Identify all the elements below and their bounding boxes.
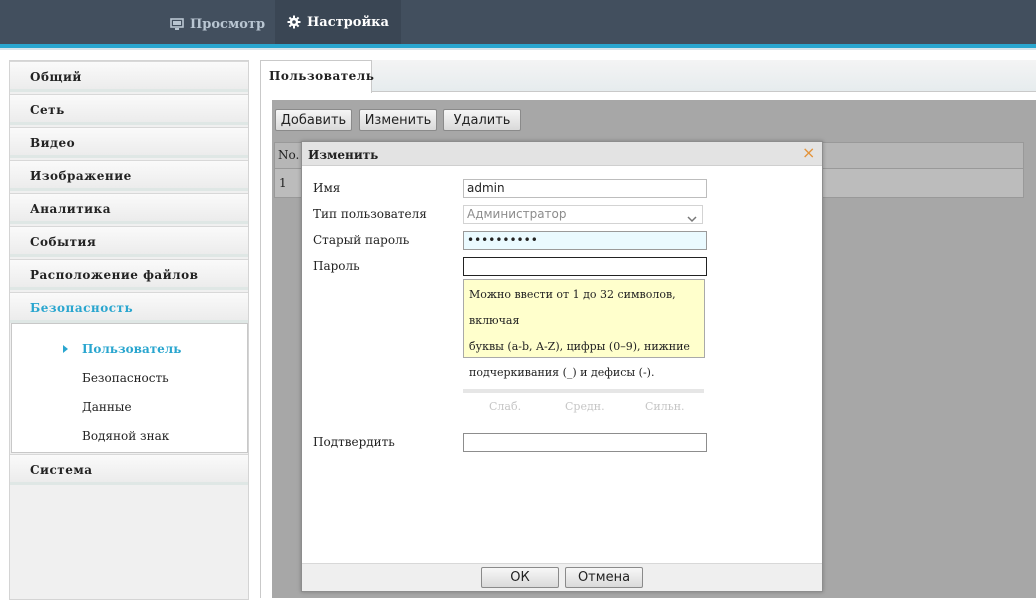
hint-line: буквы (a-b, A-Z), цифры (0–9), нижние bbox=[469, 340, 690, 353]
strength-weak-label: Слаб. bbox=[489, 400, 522, 413]
table-header-no: No. bbox=[278, 148, 300, 162]
confirm-password-field[interactable] bbox=[463, 433, 707, 452]
submenu-item-watermark[interactable]: Водяной знак bbox=[82, 429, 169, 443]
submenu-item-user[interactable]: Пользователь bbox=[82, 342, 181, 356]
security-submenu: Пользователь Безопасность Данные Водяной… bbox=[11, 323, 248, 453]
old-password-field[interactable]: •••••••••• bbox=[463, 231, 707, 250]
table-cell-no: 1 bbox=[279, 176, 287, 190]
old-password-label: Старый пароль bbox=[313, 233, 410, 247]
chevron-down-icon bbox=[687, 211, 697, 228]
add-button[interactable]: Добавить bbox=[275, 109, 352, 131]
sidebar-item-system[interactable]: Система bbox=[10, 454, 248, 485]
submenu-item-data[interactable]: Данные bbox=[82, 400, 132, 414]
name-field[interactable]: admin bbox=[463, 179, 707, 198]
password-field[interactable] bbox=[463, 257, 707, 276]
monitor-icon bbox=[170, 17, 184, 31]
sidebar-item-video[interactable]: Видео bbox=[10, 127, 248, 158]
nav-tab-settings[interactable]: Настройка bbox=[275, 0, 401, 48]
name-label: Имя bbox=[313, 181, 341, 195]
submenu-item-security[interactable]: Безопасность bbox=[82, 371, 169, 385]
tab-user[interactable]: Пользователь bbox=[260, 60, 374, 93]
cancel-button[interactable]: Отмена bbox=[565, 567, 643, 588]
dialog-footer bbox=[302, 563, 822, 591]
sidebar-item-network[interactable]: Сеть bbox=[10, 94, 248, 125]
ok-button[interactable]: ОК bbox=[481, 567, 559, 588]
dialog-title-bar: Изменить × bbox=[302, 142, 822, 166]
confirm-password-label: Подтвердить bbox=[313, 435, 395, 449]
user-type-value: Администратор bbox=[467, 207, 567, 221]
nav-tab-view-label: Просмотр bbox=[190, 16, 266, 32]
password-strength-meter bbox=[463, 389, 704, 393]
content-tab-bar bbox=[260, 60, 1036, 92]
hint-line: подчеркивания (_) и дефисы (-). bbox=[469, 366, 655, 379]
strength-medium-label: Средн. bbox=[565, 400, 605, 413]
sidebar-item-general[interactable]: Общий bbox=[10, 61, 248, 92]
edit-user-dialog: Изменить × Имя admin Тип пользователя Ад… bbox=[301, 141, 823, 592]
hint-line: Можно ввести от 1 до 32 символов, включа… bbox=[469, 288, 676, 327]
gear-icon bbox=[287, 15, 301, 29]
password-hint-tooltip: Можно ввести от 1 до 32 символов, включа… bbox=[463, 279, 705, 379]
sidebar-item-analytics[interactable]: Аналитика bbox=[10, 193, 248, 224]
edit-button[interactable]: Изменить bbox=[359, 109, 437, 131]
top-nav-divider bbox=[0, 48, 1036, 50]
strength-strong-label: Сильн. bbox=[645, 400, 685, 413]
nav-tab-view[interactable]: Просмотр bbox=[158, 0, 277, 48]
triangle-right-icon bbox=[63, 345, 68, 353]
sidebar-item-image[interactable]: Изображение bbox=[10, 160, 248, 191]
top-nav-bar bbox=[0, 0, 1036, 44]
user-type-select[interactable]: Администратор bbox=[463, 205, 703, 224]
close-icon[interactable]: × bbox=[802, 144, 815, 162]
settings-sidebar: Общий Сеть Видео Изображение Аналитика С… bbox=[9, 60, 249, 600]
delete-button[interactable]: Удалить bbox=[443, 109, 521, 131]
dialog-title: Изменить bbox=[308, 148, 379, 162]
sidebar-item-security[interactable]: Безопасность bbox=[10, 292, 248, 323]
user-type-label: Тип пользователя bbox=[313, 207, 427, 221]
password-label: Пароль bbox=[313, 259, 360, 273]
sidebar-item-events[interactable]: События bbox=[10, 226, 248, 257]
nav-tab-settings-label: Настройка bbox=[307, 14, 389, 30]
sidebar-item-storage[interactable]: Расположение файлов bbox=[10, 259, 248, 290]
